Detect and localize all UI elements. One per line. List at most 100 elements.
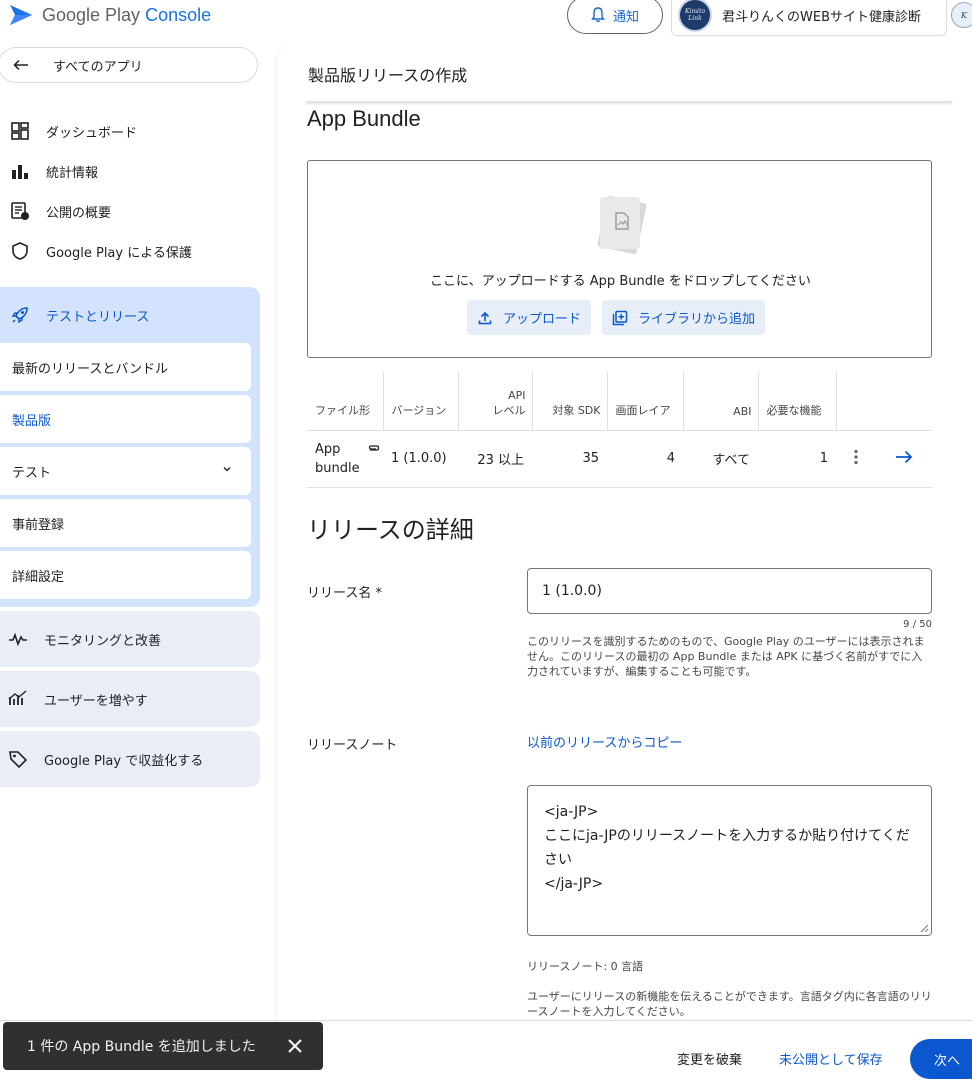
upload-button[interactable]: アップロード: [467, 300, 592, 335]
sidebar-item-label: 製品版: [12, 413, 52, 429]
column-header-screen-layout: 画面レイア: [607, 372, 684, 430]
app-bundle-drop-zone[interactable]: ここに、アップロードする App Bundle をドロップしてください アップロ…: [307, 160, 932, 358]
developer-account-name: 君斗りんくのWEBサイト健康診断: [722, 9, 921, 25]
more-vert-icon[interactable]: [854, 449, 858, 465]
sidebar-item-label: 公開の概要: [46, 205, 112, 221]
add-from-library-label: ライブラリから追加: [638, 312, 756, 327]
title-divider: [306, 101, 952, 103]
release-notes-textarea[interactable]: <ja-JP> ここにja-JPのリリースノートを入力するか貼り付けてください …: [527, 785, 932, 936]
all-apps-button[interactable]: すべてのアプリ: [0, 47, 258, 83]
sidebar-item-label: 最新のリリースとバンドル: [12, 361, 169, 377]
discard-changes-button[interactable]: 変更を破棄: [677, 1049, 742, 1068]
notes-line-open-tag: <ja-JP>: [544, 804, 599, 820]
next-button[interactable]: 次へ: [910, 1039, 972, 1079]
sidebar-item-monetize[interactable]: Google Play で収益化する: [0, 731, 260, 787]
sidebar-item-pre-registration[interactable]: 事前登録: [0, 499, 251, 547]
library-add-icon: [612, 310, 628, 325]
attachment-icon: [368, 444, 380, 451]
sidebar-item-latest-releases[interactable]: 最新のリリースとバンドル: [0, 343, 251, 391]
google-play-console-logo[interactable]: Google Play Console: [8, 4, 211, 26]
notifications-label: 通知: [612, 9, 639, 25]
close-icon[interactable]: [285, 1036, 305, 1056]
all-apps-label: すべてのアプリ: [53, 59, 143, 75]
bell-icon: [591, 7, 605, 22]
file-type-line1: App: [315, 441, 341, 457]
pulse-icon: [8, 629, 28, 649]
api-header-line1: API: [508, 388, 526, 402]
rocket-icon: [10, 305, 30, 325]
logo-suffix: Console: [145, 4, 212, 25]
app-bundle-heading: App Bundle: [307, 106, 421, 131]
test-and-release-label: テストとリリース: [46, 309, 150, 325]
upload-icon: [478, 311, 492, 324]
page-title: 製品版リリースの作成: [308, 66, 468, 85]
sidebar-item-label: モニタリングと改善: [44, 633, 162, 649]
sidebar-item-play-protection[interactable]: Google Play による保護: [0, 233, 260, 269]
dashboard-icon: [10, 121, 30, 141]
copy-from-previous-link[interactable]: 以前のリリースからコピー: [527, 732, 682, 751]
table-header-row: ファイル形 バージョン API レベル 対象 SDK 画面レイア ABI 必要な機…: [307, 372, 932, 430]
sidebar-item-testing[interactable]: テスト: [0, 447, 251, 495]
cell-target-sdk: 35: [532, 429, 607, 488]
release-name-help: このリリースを識別するためのもので、Google Play のユーザーには表示さ…: [527, 635, 925, 678]
sidebar-item-statistics[interactable]: 統計情報: [0, 153, 260, 189]
sidebar-item-label: ダッシュボード: [46, 125, 138, 141]
save-as-draft-button[interactable]: 未公開として保存: [779, 1049, 883, 1068]
column-header-api-level: API レベル: [458, 372, 533, 430]
developer-account-chip[interactable]: Kimito Link 君斗りんくのWEBサイト健康診断: [671, 0, 947, 36]
file-placeholder-icon: [597, 195, 647, 255]
sidebar-item-monitor-and-improve[interactable]: モニタリングと改善: [0, 611, 260, 667]
snackbar: 1 件の App Bundle を追加しました: [3, 1022, 323, 1070]
resize-handle-icon[interactable]: [920, 924, 929, 933]
release-notes-language-count: リリースノート: 0 言語: [527, 960, 644, 973]
notes-line-body: ここにja-JPのリリースノートを入力するか貼り付けてください: [544, 828, 910, 868]
user-avatar[interactable]: K: [951, 2, 972, 28]
sidebar-item-advanced-settings[interactable]: 詳細設定: [0, 551, 251, 599]
sidebar-item-label: 事前登録: [12, 517, 65, 533]
sidebar-item-dashboard[interactable]: ダッシュボード: [0, 113, 260, 149]
chevron-down-icon: [223, 467, 231, 472]
play-console-icon: [10, 5, 32, 25]
sidebar-item-label: Google Play で収益化する: [44, 753, 204, 769]
cell-menu: [836, 429, 876, 488]
release-name-input[interactable]: 1 (1.0.0): [527, 568, 932, 614]
release-details-heading: リリースの詳細: [307, 516, 474, 544]
column-header-open: [876, 372, 932, 430]
column-header-required-features: 必要な機能: [758, 372, 837, 430]
main-panel: 製品版リリースの作成 App Bundle ここに、アップロードする App B…: [276, 46, 972, 1090]
publishing-overview-icon: [10, 201, 30, 221]
bar-chart-icon: [10, 161, 30, 181]
cell-required-features: 1: [758, 429, 836, 488]
arrow-forward-icon[interactable]: [895, 450, 913, 464]
column-header-menu: [836, 372, 876, 430]
app-bundle-table: ファイル形 バージョン API レベル 対象 SDK 画面レイア ABI 必要な機…: [307, 372, 932, 488]
sidebar-item-test-and-release[interactable]: テストとリリース: [0, 295, 260, 335]
table-row[interactable]: App bundle 1 (1.0.0) 23 以上 35 4 すべて 1: [307, 429, 932, 488]
api-header-line2: レベル: [492, 403, 526, 417]
sidebar-item-production[interactable]: 製品版: [0, 395, 251, 443]
avatar-text: Kimito Link: [684, 8, 706, 22]
release-name-label: リリース名 *: [307, 586, 382, 601]
sidebar-item-grow-users[interactable]: ユーザーを増やす: [0, 671, 260, 727]
column-header-file-type: ファイル形: [307, 372, 384, 430]
cell-abi: すべて: [683, 429, 758, 488]
cell-version: 1 (1.0.0): [383, 429, 458, 488]
top-app-bar: Google Play Console 通知 Kimito Link 君斗りんく…: [0, 0, 972, 36]
notifications-button[interactable]: 通知: [567, 0, 663, 34]
sidebar-item-label: ユーザーを増やす: [44, 693, 148, 709]
column-header-abi: ABI: [683, 372, 759, 430]
sidebar-item-label: テスト: [12, 465, 52, 481]
file-type-line2: bundle: [315, 460, 360, 476]
cell-screen-layout: 4: [607, 429, 683, 488]
sidebar-item-label: 詳細設定: [12, 569, 65, 585]
sidebar-item-label: 統計情報: [46, 165, 99, 181]
sidebar-item-label: Google Play による保護: [46, 245, 192, 261]
add-from-library-button[interactable]: ライブラリから追加: [602, 300, 766, 335]
shield-icon: [10, 241, 30, 261]
release-notes-label: リリースノート: [307, 738, 398, 753]
developer-avatar: Kimito Link: [678, 0, 712, 32]
cell-open: [876, 429, 932, 488]
drop-instructions: ここに、アップロードする App Bundle をドロップしてください: [430, 274, 811, 289]
column-header-version: バージョン: [383, 372, 459, 430]
sidebar-item-publishing-overview[interactable]: 公開の概要: [0, 193, 260, 229]
